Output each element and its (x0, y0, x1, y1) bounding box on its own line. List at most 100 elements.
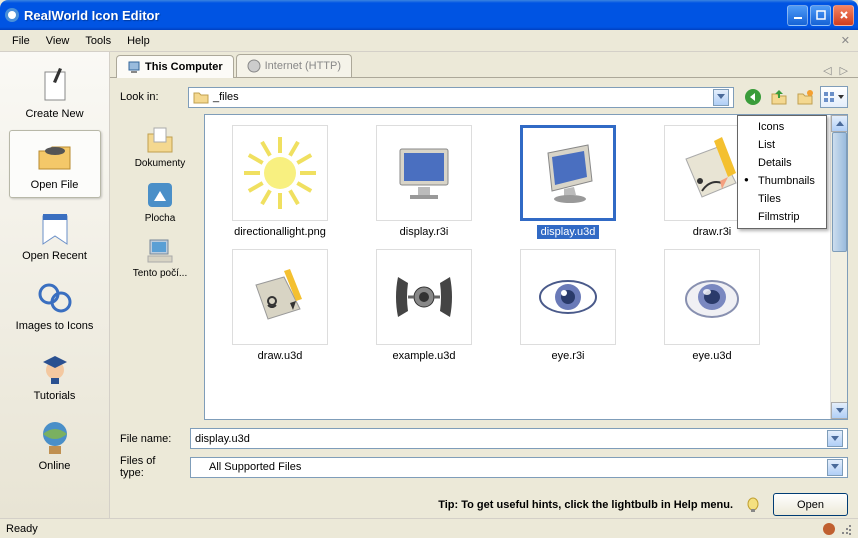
filetype-combo[interactable]: All Supported Files (190, 457, 848, 478)
status-text: Ready (6, 523, 822, 535)
up-button[interactable] (768, 86, 790, 108)
thumb-preview (232, 249, 328, 345)
file-thumb[interactable]: example.u3d (359, 249, 489, 363)
places-bar: Dokumenty Plocha Tento počí... (120, 114, 200, 420)
thumb-label: example.u3d (389, 349, 460, 363)
tutorials-icon (35, 348, 75, 388)
view-menu-item[interactable]: Thumbnails (740, 172, 824, 190)
open-button[interactable]: Open (773, 493, 848, 516)
place-label: Tento počí... (126, 268, 194, 279)
close-button[interactable] (833, 5, 854, 26)
statusbar: Ready (0, 518, 858, 538)
maximize-button[interactable] (810, 5, 831, 26)
images-to-icons-icon (35, 278, 75, 318)
thumb-preview (664, 249, 760, 345)
folder-icon (193, 89, 209, 105)
scroll-up-icon[interactable] (831, 115, 848, 132)
view-menu-item[interactable]: Icons (740, 118, 824, 136)
menu-help[interactable]: Help (119, 33, 158, 49)
filetype-label: Files of type: (120, 455, 182, 479)
open-file-icon (35, 137, 75, 177)
dropdown-icon[interactable] (827, 459, 843, 476)
tab-this-computer[interactable]: This Computer (116, 55, 234, 78)
resize-grip[interactable] (836, 521, 852, 537)
thumb-label: draw.u3d (254, 349, 307, 363)
view-mode-button[interactable] (820, 86, 848, 108)
desktop-icon (144, 179, 176, 211)
place-plocha[interactable]: Plocha (122, 175, 198, 228)
menu-file[interactable]: File (4, 33, 38, 49)
menu-tools[interactable]: Tools (77, 33, 119, 49)
thumb-label: draw.r3i (689, 225, 736, 239)
documents-icon (144, 124, 176, 156)
file-thumb[interactable]: display.u3d (503, 125, 633, 239)
left-images-to-icons[interactable]: Images to Icons (9, 272, 101, 338)
lookin-label: Look in: (120, 91, 180, 103)
dropdown-icon[interactable] (713, 89, 729, 106)
left-panel: Create New Open File Open Recent Images … (0, 52, 110, 518)
tab-nav-right-icon[interactable]: ▷ (836, 64, 852, 77)
lookin-combo[interactable]: _files (188, 87, 734, 108)
scrollbar-vertical[interactable] (830, 115, 847, 419)
view-menu-item[interactable]: Tiles (740, 190, 824, 208)
pane-close-icon[interactable]: ✕ (837, 34, 854, 47)
file-thumb[interactable]: draw.u3d (215, 249, 345, 363)
left-open-recent[interactable]: Open Recent (9, 202, 101, 268)
thumb-preview (376, 249, 472, 345)
left-label: Tutorials (34, 390, 76, 402)
titlebar: RealWorld Icon Editor (0, 0, 858, 30)
menubar: File View Tools Help ✕ (0, 30, 858, 52)
place-computer[interactable]: Tento počí... (122, 230, 198, 283)
left-tutorials[interactable]: Tutorials (9, 342, 101, 408)
tip-text: Tip: To get useful hints, click the ligh… (438, 499, 733, 511)
status-icon (822, 522, 836, 536)
thumb-label: display.r3i (396, 225, 453, 239)
computer-icon (144, 234, 176, 266)
back-button[interactable] (742, 86, 764, 108)
file-thumb[interactable]: display.r3i (359, 125, 489, 239)
window-title: RealWorld Icon Editor (24, 8, 787, 23)
lookin-value: _files (213, 91, 713, 103)
tab-nav-left-icon[interactable]: ◁ (819, 64, 835, 77)
tab-label: Internet (HTTP) (265, 60, 341, 72)
thumb-label: eye.u3d (688, 349, 735, 363)
left-open-file[interactable]: Open File (9, 130, 101, 198)
tab-label: This Computer (145, 61, 223, 73)
open-recent-icon (35, 208, 75, 248)
left-label: Open Recent (22, 250, 87, 262)
left-label: Open File (31, 179, 79, 191)
left-label: Online (39, 460, 71, 472)
create-new-icon (35, 66, 75, 106)
place-dokumenty[interactable]: Dokumenty (122, 120, 198, 173)
view-menu: IconsListDetailsThumbnailsTilesFilmstrip (737, 115, 827, 229)
scroll-down-icon[interactable] (831, 402, 848, 419)
filetype-value: All Supported Files (195, 461, 827, 473)
thumb-preview (376, 125, 472, 221)
file-thumb[interactable]: eye.u3d (647, 249, 777, 363)
online-icon (35, 418, 75, 458)
globe-icon (247, 59, 261, 73)
file-list: directionallight.png display.r3i display.u… (204, 114, 848, 420)
left-online[interactable]: Online (9, 412, 101, 478)
view-menu-item[interactable]: Details (740, 154, 824, 172)
filename-label: File name: (120, 433, 182, 445)
file-thumb[interactable]: eye.r3i (503, 249, 633, 363)
lightbulb-icon (745, 497, 761, 513)
thumb-preview (520, 249, 616, 345)
thumb-label: eye.r3i (547, 349, 588, 363)
view-menu-item[interactable]: List (740, 136, 824, 154)
filename-input[interactable]: display.u3d (190, 428, 848, 449)
scroll-thumb[interactable] (832, 132, 847, 252)
new-folder-button[interactable] (794, 86, 816, 108)
thumb-label: display.u3d (537, 225, 600, 239)
minimize-button[interactable] (787, 5, 808, 26)
place-label: Plocha (126, 213, 194, 224)
computer-icon (127, 60, 141, 74)
view-menu-item[interactable]: Filmstrip (740, 208, 824, 226)
app-icon (4, 7, 20, 23)
dropdown-icon[interactable] (827, 430, 843, 447)
menu-view[interactable]: View (38, 33, 78, 49)
left-create-new[interactable]: Create New (9, 60, 101, 126)
file-thumb[interactable]: directionallight.png (215, 125, 345, 239)
tab-internet[interactable]: Internet (HTTP) (236, 54, 352, 77)
